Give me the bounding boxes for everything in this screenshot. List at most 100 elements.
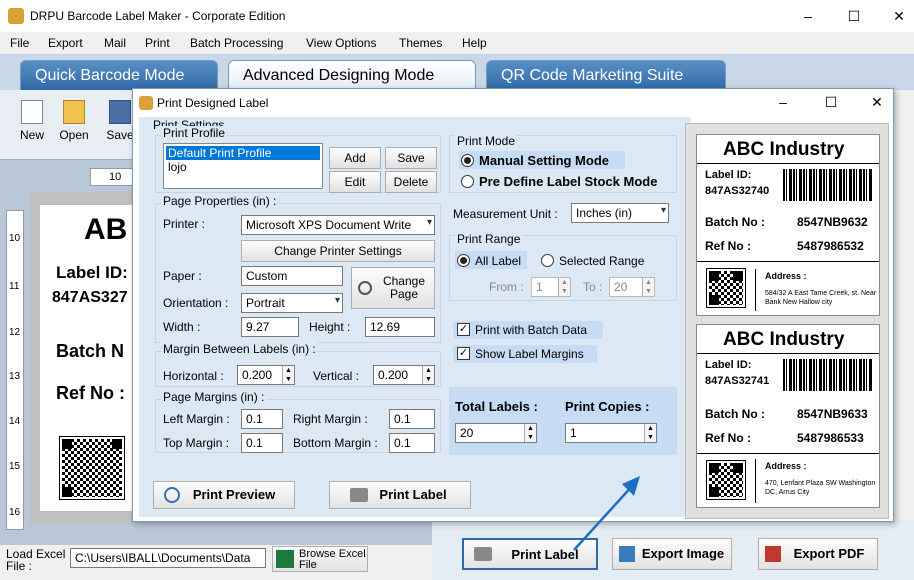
horizontal-stepper[interactable]: 0.200 ▲ ▼	[237, 365, 295, 385]
left-margin-field[interactable]: 0.1	[241, 409, 283, 429]
spin-arrows-icon[interactable]: ▲ ▼	[642, 278, 654, 296]
dialog-titlebar: Print Designed Label – ☐ ✕	[133, 89, 893, 117]
browse-excel-label: Browse Excel File	[299, 548, 366, 571]
tab-advanced-designing-mode[interactable]: Advanced Designing Mode	[228, 60, 476, 90]
predefine-mode-radio[interactable]	[461, 175, 474, 188]
menu-print[interactable]: Print	[145, 36, 170, 50]
preview-divider	[697, 261, 879, 262]
spin-arrows-icon[interactable]: ▲ ▼	[282, 366, 294, 384]
menu-mail[interactable]: Mail	[104, 36, 126, 50]
from-stepper[interactable]: 1 ▲ ▼	[531, 277, 571, 297]
printer-select[interactable]: Microsoft XPS Document Write ▾	[241, 215, 435, 235]
minimize-button[interactable]: –	[800, 8, 816, 24]
ruler-mark: 11	[9, 281, 20, 292]
new-file-icon	[21, 100, 43, 124]
maximize-button[interactable]: ☐	[846, 8, 862, 24]
open-button-label: Open	[59, 128, 89, 142]
change-page-button[interactable]: Change Page	[351, 267, 435, 309]
print-preview-button[interactable]: Print Preview	[153, 481, 295, 509]
page-properties-legend: Page Properties (in) :	[161, 194, 279, 208]
print-profile-legend: Print Profile	[161, 126, 228, 140]
margin-between-legend: Margin Between Labels (in) :	[161, 342, 318, 356]
horizontal-label: Horizontal :	[163, 369, 224, 383]
show-margins-label[interactable]: Show Label Margins	[475, 347, 584, 361]
all-label-text[interactable]: All Label	[475, 254, 521, 268]
menu-export[interactable]: Export	[48, 36, 83, 50]
selected-range-radio[interactable]	[541, 254, 554, 267]
bottom-margin-field[interactable]: 0.1	[389, 433, 435, 453]
add-profile-button[interactable]: Add	[329, 147, 381, 169]
to-stepper[interactable]: 20 ▲ ▼	[609, 277, 655, 297]
height-field[interactable]: 12.69	[365, 317, 435, 337]
spin-arrows-icon[interactable]: ▲ ▼	[422, 366, 434, 384]
to-label: To :	[583, 280, 603, 294]
selected-range-text[interactable]: Selected Range	[559, 254, 644, 268]
menu-help[interactable]: Help	[462, 36, 487, 50]
preview-ref-value: 5487986533	[797, 431, 864, 445]
menu-file[interactable]: File	[10, 36, 29, 50]
preview-company: ABC Industry	[723, 329, 845, 350]
profile-item-lojo[interactable]: lojo	[168, 160, 187, 174]
open-button[interactable]: Open	[54, 96, 94, 142]
measurement-unit-select[interactable]: Inches (in) ▾	[571, 203, 669, 223]
manual-mode-label[interactable]: Manual Setting Mode	[479, 153, 609, 168]
all-label-radio[interactable]	[457, 254, 470, 267]
preview-divider	[755, 459, 756, 503]
top-margin-label: Top Margin :	[163, 436, 230, 450]
vertical-stepper[interactable]: 0.200 ▲ ▼	[373, 365, 435, 385]
close-button[interactable]: ✕	[891, 8, 907, 24]
dialog-minimize-button[interactable]: –	[775, 94, 791, 110]
show-margins-checkbox[interactable]: ✓	[457, 347, 470, 360]
save-disk-icon	[109, 100, 131, 124]
export-pdf-button[interactable]: Export PDF	[758, 538, 878, 570]
total-labels-stepper[interactable]: 20 ▲ ▼	[455, 423, 537, 443]
measurement-unit-value: Inches (in)	[576, 206, 633, 220]
spin-arrows-icon[interactable]: ▲ ▼	[524, 424, 536, 442]
excel-path-field[interactable]: C:\Users\IBALL\Documents\Data	[70, 548, 266, 568]
tab-quick-barcode-mode[interactable]: Quick Barcode Mode	[20, 60, 218, 90]
preview-label-id-value: 847AS32740	[705, 185, 770, 197]
dialog-maximize-button[interactable]: ☐	[823, 94, 839, 110]
print-batch-checkbox[interactable]: ✓	[457, 323, 470, 336]
ruler-mark: 10	[9, 233, 21, 244]
preview-label-1: ABC Industry Label ID: 847AS32740 Batch …	[696, 134, 880, 316]
spin-arrows-icon[interactable]: ▲ ▼	[644, 424, 656, 442]
print-copies-stepper[interactable]: 1 ▲ ▼	[565, 423, 657, 443]
change-printer-settings-button[interactable]: Change Printer Settings	[241, 240, 435, 262]
new-button-label: New	[19, 128, 44, 142]
edit-profile-button[interactable]: Edit	[329, 171, 381, 193]
label-id-value: 847AS327	[52, 289, 128, 306]
browse-excel-button[interactable]: Browse Excel File	[272, 546, 368, 572]
menu-themes[interactable]: Themes	[399, 36, 442, 50]
delete-profile-button[interactable]: Delete	[385, 171, 437, 193]
preview-ref-value: 5487986532	[797, 239, 864, 253]
paper-field[interactable]: Custom	[241, 266, 343, 286]
menu-batch-processing[interactable]: Batch Processing	[190, 36, 283, 50]
orientation-select[interactable]: Portrait ▾	[241, 293, 343, 313]
print-profile-list[interactable]: Default Print Profile lojo	[163, 143, 323, 189]
profile-item-default[interactable]: Default Print Profile	[166, 146, 320, 160]
right-margin-field[interactable]: 0.1	[389, 409, 435, 429]
save-profile-button[interactable]: Save	[385, 147, 437, 169]
dialog-close-button[interactable]: ✕	[869, 94, 885, 110]
menu-view-options[interactable]: View Options	[306, 36, 376, 50]
width-field[interactable]: 9.27	[241, 317, 299, 337]
page-margins-legend: Page Margins (in) :	[161, 390, 267, 404]
preview-divider	[697, 163, 879, 164]
top-margin-field[interactable]: 0.1	[241, 433, 283, 453]
preview-label-2: ABC Industry Label ID: 847AS32741 Batch …	[696, 324, 880, 508]
manual-mode-radio[interactable]	[461, 154, 474, 167]
spin-arrows-icon[interactable]: ▲ ▼	[558, 278, 570, 296]
app-logo-icon	[8, 8, 24, 24]
print-preview-text: Print Preview	[192, 487, 276, 502]
to-value: 20	[614, 280, 628, 294]
new-button[interactable]: New	[12, 96, 52, 142]
printer-label: Printer :	[163, 217, 206, 231]
menu-bar: File Export Mail Print Batch Processing …	[0, 32, 914, 54]
dialog-print-label-button[interactable]: Print Label	[329, 481, 471, 509]
tab-qr-code-marketing-suite[interactable]: QR Code Marketing Suite	[486, 60, 726, 90]
predefine-mode-label[interactable]: Pre Define Label Stock Mode	[479, 174, 657, 189]
label-card[interactable]: AB Label ID: 847AS327 Batch N Ref No :	[40, 205, 134, 511]
orientation-label: Orientation :	[163, 296, 229, 310]
print-batch-label[interactable]: Print with Batch Data	[475, 323, 587, 337]
